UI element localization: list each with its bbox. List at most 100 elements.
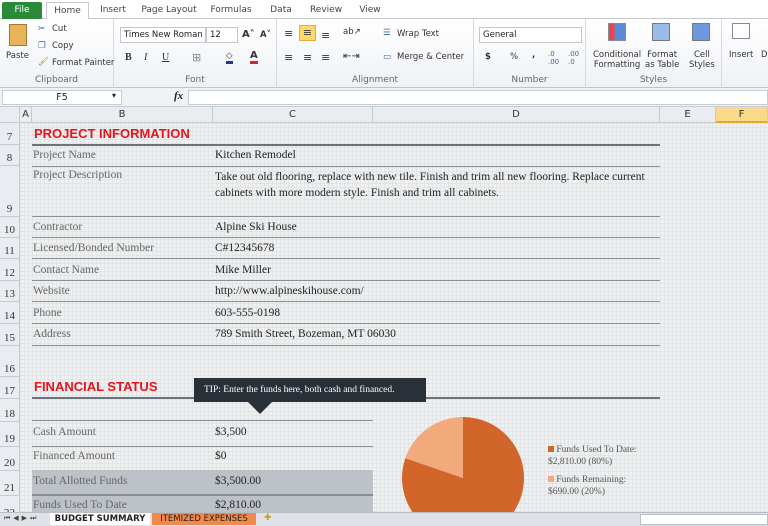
- number-format-select[interactable]: General: [479, 27, 582, 43]
- project-name-value[interactable]: Kitchen Remodel: [215, 149, 296, 161]
- paste-button[interactable]: Paste: [6, 51, 29, 61]
- font-label: Font: [185, 75, 205, 85]
- italic-button[interactable]: I: [144, 52, 147, 63]
- row-header[interactable]: 18: [0, 399, 20, 422]
- tab-view[interactable]: View: [354, 2, 386, 19]
- bold-button[interactable]: B: [125, 52, 132, 63]
- align-top-icon[interactable]: ≡: [284, 27, 293, 40]
- tab-formulas[interactable]: Formulas: [206, 2, 256, 19]
- paste-icon: [9, 24, 27, 46]
- row-header[interactable]: 8: [0, 145, 20, 166]
- comma-button[interactable]: ,: [532, 50, 535, 60]
- percent-button[interactable]: %: [510, 52, 518, 62]
- worksheet-grid[interactable]: A B C D E F 7 8 9 10 11 12 13 14 15 16 1…: [0, 107, 768, 512]
- column-header-d[interactable]: D: [373, 107, 660, 123]
- font-size-select[interactable]: 12: [206, 27, 238, 43]
- formula-input[interactable]: [188, 90, 768, 105]
- phone-value[interactable]: 603-555-0198: [215, 307, 280, 319]
- horizontal-scrollbar[interactable]: [640, 514, 768, 525]
- grow-font-icon[interactable]: A˄: [242, 29, 255, 40]
- cut-button[interactable]: Cut: [52, 24, 67, 34]
- financed-amount-label: Financed Amount: [33, 450, 116, 462]
- row-header[interactable]: 19: [0, 422, 20, 447]
- row-header[interactable]: 9: [0, 166, 20, 217]
- copy-button[interactable]: Copy: [52, 41, 74, 51]
- divider: [32, 494, 373, 496]
- row-header[interactable]: 22: [0, 496, 20, 512]
- row-header[interactable]: 15: [0, 324, 20, 346]
- funds-pie-chart[interactable]: [390, 402, 540, 512]
- currency-button[interactable]: $: [485, 52, 491, 62]
- fill-color-icon[interactable]: ◇: [226, 51, 233, 64]
- cash-amount-value[interactable]: $3,500: [215, 426, 247, 438]
- funds-used-label: Funds Used To Date: [33, 499, 127, 511]
- funds-used-value: $2,810.00: [215, 499, 261, 511]
- legend-swatch: [548, 476, 554, 482]
- contact-name-value[interactable]: Mike Miller: [215, 264, 271, 276]
- orientation-icon[interactable]: ab↗: [343, 27, 361, 37]
- delete-button[interactable]: De: [761, 50, 768, 60]
- column-header-f[interactable]: F: [716, 107, 768, 123]
- tab-file[interactable]: File: [2, 2, 42, 19]
- insert-button[interactable]: Insert: [729, 50, 753, 60]
- project-description-label: Project Description: [33, 169, 123, 181]
- format-as-table-button[interactable]: Format as Table: [645, 50, 679, 70]
- row-header[interactable]: 11: [0, 238, 20, 259]
- borders-icon[interactable]: ⊞: [192, 51, 201, 64]
- tab-insert[interactable]: Insert: [92, 2, 134, 19]
- conditional-formatting-button[interactable]: Conditional Formatting: [593, 50, 641, 70]
- divider: [32, 446, 373, 447]
- merge-center-button[interactable]: Merge & Center: [397, 52, 464, 62]
- row-header[interactable]: 21: [0, 471, 20, 496]
- column-header-b[interactable]: B: [32, 107, 213, 123]
- row-header[interactable]: 12: [0, 259, 20, 281]
- cell-styles-button[interactable]: Cell Styles: [689, 50, 715, 70]
- contractor-value[interactable]: Alpine Ski House: [215, 221, 297, 233]
- row-header[interactable]: 20: [0, 447, 20, 471]
- function-icon[interactable]: fx: [174, 90, 183, 102]
- align-right-icon[interactable]: ≡: [321, 51, 330, 64]
- row-header[interactable]: 14: [0, 302, 20, 324]
- format-painter-button[interactable]: Format Painter: [52, 58, 114, 68]
- column-header-c[interactable]: C: [213, 107, 373, 123]
- select-all[interactable]: [0, 107, 20, 123]
- font-name-select[interactable]: Times New Roman: [120, 27, 206, 43]
- name-box[interactable]: F5: [2, 90, 122, 105]
- brush-icon: 🖌: [38, 57, 49, 67]
- wrap-text-button[interactable]: Wrap Text: [397, 29, 439, 39]
- align-left-icon[interactable]: ≡: [284, 51, 293, 64]
- name-box-dropdown-icon[interactable]: ▾: [112, 91, 116, 100]
- row-header[interactable]: 17: [0, 377, 20, 399]
- row-header[interactable]: 10: [0, 217, 20, 238]
- column-header-a[interactable]: A: [20, 107, 32, 123]
- new-sheet-icon[interactable]: ✚: [264, 513, 272, 523]
- sheet-nav-arrows[interactable]: ⏮◀▶⏭: [4, 514, 39, 523]
- align-middle-icon[interactable]: ≡: [299, 25, 316, 41]
- shrink-font-icon[interactable]: A˅: [260, 30, 271, 40]
- increase-decimal-icon[interactable]: .0.00: [548, 50, 559, 66]
- copy-icon: ❐: [38, 41, 46, 51]
- column-header-e[interactable]: E: [660, 107, 716, 123]
- align-bottom-icon[interactable]: ≡: [321, 29, 330, 42]
- tab-home[interactable]: Home: [46, 2, 89, 20]
- font-group: Times New Roman 12 A˄ A˅ B I U ⊞ ◇ A Fon…: [114, 19, 277, 88]
- sheet-tab-itemized-expenses[interactable]: ITEMIZED EXPENSES: [152, 513, 256, 525]
- tab-review[interactable]: Review: [306, 2, 346, 19]
- row-header[interactable]: 7: [0, 123, 20, 145]
- decrease-decimal-icon[interactable]: .00.0: [568, 50, 579, 66]
- underline-button[interactable]: U: [162, 52, 169, 63]
- row-header[interactable]: 16: [0, 346, 20, 377]
- indent-icon[interactable]: ⇤⇥: [343, 51, 360, 62]
- align-center-icon[interactable]: ≡: [303, 51, 312, 64]
- address-value[interactable]: 789 Smith Street, Bozeman, MT 06030: [215, 328, 396, 340]
- project-description-value[interactable]: Take out old flooring, replace with new …: [215, 169, 655, 201]
- license-value[interactable]: C#12345678: [215, 242, 274, 254]
- font-color-icon[interactable]: A: [250, 50, 258, 64]
- sheet-tab-budget-summary[interactable]: BUDGET SUMMARY: [50, 513, 150, 525]
- row-header[interactable]: 13: [0, 281, 20, 302]
- financed-amount-value[interactable]: $0: [215, 450, 227, 462]
- website-value[interactable]: http://www.alpineskihouse.com/: [215, 285, 364, 297]
- format-table-label: Format: [647, 50, 678, 60]
- tab-page-layout[interactable]: Page Layout: [138, 2, 200, 19]
- tab-data[interactable]: Data: [264, 2, 298, 19]
